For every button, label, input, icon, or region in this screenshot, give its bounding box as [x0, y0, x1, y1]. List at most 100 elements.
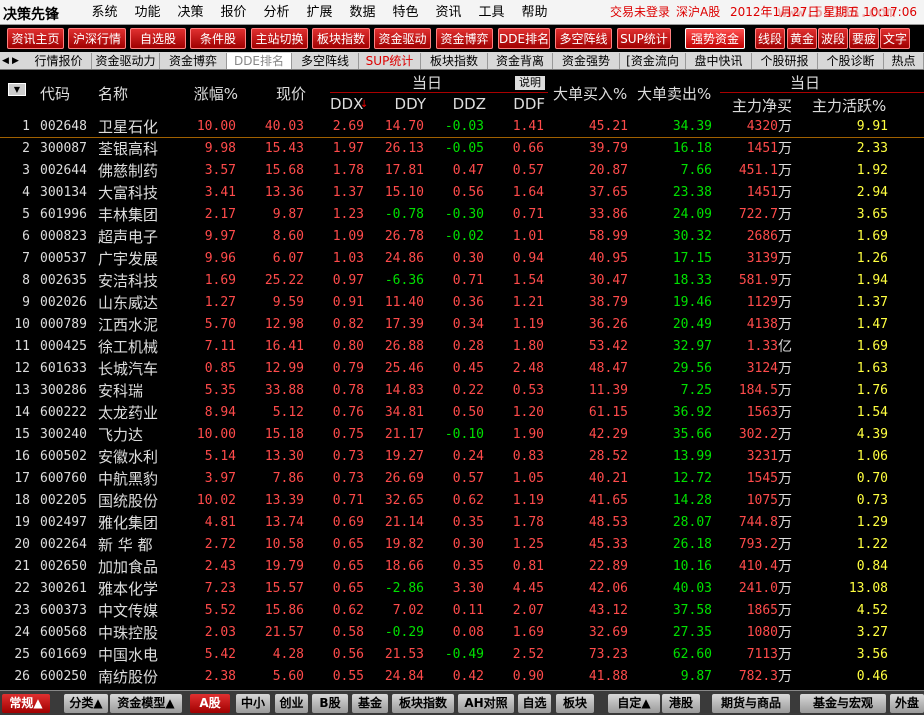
toolbar-button-1[interactable]: 沪深行情 [68, 28, 126, 49]
toolbar-button-8[interactable]: DDE排名 [498, 28, 550, 49]
bottom-tab-4[interactable]: 中小 [236, 694, 270, 713]
toolbar-button-16[interactable]: 文字 [880, 28, 910, 49]
table-row[interactable]: 5 601996 丰林集团 2.17 9.87 1.23 -0.78 -0.30 0.71 33.… [0, 204, 924, 226]
header-big-buy[interactable]: 大单买入% [553, 83, 627, 104]
explain-button[interactable]: 说明 [515, 76, 545, 90]
menu-item-6[interactable]: 数据 [341, 0, 384, 24]
bottom-tab-12[interactable]: 自定▲ [608, 694, 660, 713]
table-row[interactable]: 19 002497 雅化集团 4.81 13.74 0.69 21.14 0.35 1.78 48… [0, 512, 924, 534]
table-row[interactable]: 14 600222 太龙药业 8.94 5.12 0.76 34.81 0.50 1.20 61.… [0, 402, 924, 424]
tab-8[interactable]: 资金强势 [553, 53, 620, 69]
toolbar-button-4[interactable]: 主站切换 [251, 28, 308, 49]
table-row[interactable]: 4 300134 大富科技 3.41 13.36 1.37 15.10 0.56 1.64 37.… [0, 182, 924, 204]
table-row[interactable]: 8 002635 安洁科技 1.69 25.22 0.97 -6.36 0.71 1.54 30.… [0, 270, 924, 292]
tab-13[interactable]: 热点 [884, 53, 924, 69]
header-code[interactable]: 代码 [40, 83, 70, 104]
toolbar-button-11[interactable]: 强势资金 [685, 28, 745, 49]
bottom-tab-0[interactable]: 常规▲ [2, 694, 50, 713]
header-ddx[interactable]: DDX [330, 95, 363, 113]
tab-next-icon[interactable]: ▶ [11, 54, 20, 68]
table-row[interactable]: 22 300261 雅本化学 7.23 15.57 0.65 -2.86 3.30 4.45 42… [0, 578, 924, 600]
toolbar-button-5[interactable]: 板块指数 [312, 28, 370, 49]
table-row[interactable]: 18 002205 国统股份 10.02 13.39 0.71 32.65 0.62 1.19 4… [0, 490, 924, 512]
bottom-tab-7[interactable]: 基金 [352, 694, 388, 713]
tab-7[interactable]: 资金背离 [488, 53, 553, 69]
table-row[interactable]: 9 002026 山东威达 1.27 9.59 0.91 11.40 0.36 1.21 38.7… [0, 292, 924, 314]
table-row[interactable]: 6 000823 超声电子 9.97 8.60 1.09 26.78 -0.02 1.01 58.… [0, 226, 924, 248]
bottom-tab-15[interactable]: 基金与宏观 [800, 694, 886, 713]
bottom-tab-9[interactable]: AH对照 [458, 694, 514, 713]
bottom-tab-1[interactable]: 分类▲ [64, 694, 108, 713]
table-row[interactable]: 21 002650 加加食品 2.43 19.79 0.65 18.66 0.35 0.81 22… [0, 556, 924, 578]
menu-item-10[interactable]: 帮助 [513, 0, 556, 24]
menu-item-7[interactable]: 特色 [384, 0, 427, 24]
toolbar-button-7[interactable]: 资金博弈 [436, 28, 493, 49]
toolbar-button-6[interactable]: 资金驱动 [374, 28, 431, 49]
header-big-sell[interactable]: 大单卖出% [637, 83, 711, 104]
table-row[interactable]: 23 600373 中文传媒 5.52 15.86 0.62 7.02 0.11 2.07 43.… [0, 600, 924, 622]
toolbar-button-14[interactable]: 波段 [818, 28, 848, 49]
bottom-tab-8[interactable]: 板块指数 [392, 694, 454, 713]
menu-item-2[interactable]: 决策 [169, 0, 212, 24]
toolbar-button-2[interactable]: 自选股 [130, 28, 186, 49]
menu-item-5[interactable]: 扩展 [298, 0, 341, 24]
sort-desc-icon[interactable]: ↓ [360, 99, 368, 110]
toolbar-button-9[interactable]: 多空阵线 [555, 28, 612, 49]
column-menu-icon[interactable]: ▼ [8, 83, 26, 96]
login-status[interactable]: 交易未登录 [610, 0, 670, 24]
bottom-tab-3[interactable]: A股 [190, 694, 230, 713]
tab-12[interactable]: 个股诊断 [818, 53, 884, 69]
header-name[interactable]: 名称 [98, 83, 128, 104]
bottom-tab-2[interactable]: 资金模型▲ [110, 694, 182, 713]
table-row[interactable]: 13 300286 安科瑞 5.35 33.88 0.78 14.83 0.22 0.53 11.… [0, 380, 924, 402]
menu-item-3[interactable]: 报价 [212, 0, 255, 24]
tab-6[interactable]: 板块指数 [421, 53, 488, 69]
table-row[interactable]: 7 000537 广宇发展 9.96 6.07 1.03 24.86 0.30 0.94 40.9… [0, 248, 924, 270]
header-change[interactable]: 涨幅% [190, 83, 238, 104]
toolbar-button-10[interactable]: SUP统计 [617, 28, 671, 49]
bottom-tab-14[interactable]: 期货与商品 [712, 694, 790, 713]
tab-1[interactable]: 资金驱动力 [92, 53, 160, 69]
bottom-tab-5[interactable]: 创业 [275, 694, 308, 713]
menu-item-8[interactable]: 资讯 [427, 0, 470, 24]
header-ddf[interactable]: DDF [508, 95, 545, 113]
tab-prev-icon[interactable]: ◀ [1, 54, 10, 68]
header-price[interactable]: 现价 [268, 83, 306, 104]
tab-3[interactable]: DDE排名 [227, 53, 292, 69]
toolbar-button-13[interactable]: 黄金 [787, 28, 817, 49]
tab-10[interactable]: 盘中快讯 [686, 53, 752, 69]
tab-2[interactable]: 资金博弈 [160, 53, 227, 69]
table-row[interactable]: 20 002264 新 华 都 2.72 10.58 0.65 19.82 0.30 1.25 4… [0, 534, 924, 556]
table-row[interactable]: 10 000789 江西水泥 5.70 12.98 0.82 17.39 0.34 1.19 36… [0, 314, 924, 336]
tab-11[interactable]: 个股研报 [752, 53, 818, 69]
table-row[interactable]: 24 600568 中珠控股 2.03 21.57 0.58 -0.29 0.08 1.69 32… [0, 622, 924, 644]
header-main-net[interactable]: 主力净买 [732, 95, 792, 116]
table-row[interactable]: 12 601633 长城汽车 0.85 12.99 0.79 25.46 0.45 2.48 48… [0, 358, 924, 380]
table-row[interactable]: 15 300240 飞力达 10.00 15.18 0.75 21.17 -0.10 1.90 4… [0, 424, 924, 446]
header-ddy[interactable]: DDY [388, 95, 426, 113]
bottom-tab-13[interactable]: 港股 [662, 694, 700, 713]
table-row[interactable]: 3 002644 佛慈制药 3.57 15.68 1.78 17.81 0.47 0.57 20.… [0, 160, 924, 182]
table-row[interactable]: 25 601669 中国水电 5.42 4.28 0.56 21.53 -0.49 2.52 73… [0, 644, 924, 666]
header-main-active[interactable]: 主力活跃% [812, 95, 886, 116]
menu-item-4[interactable]: 分析 [255, 0, 298, 24]
table-row[interactable]: 17 600760 中航黑豹 3.97 7.86 0.73 26.69 0.57 1.05 40.… [0, 468, 924, 490]
table-row[interactable]: 1 002648 卫星石化 10.00 40.03 2.69 14.70 -0.03 1.41 4… [0, 116, 924, 138]
toolbar-button-12[interactable]: 线段 [755, 28, 785, 49]
tab-0[interactable]: 行情报价 [26, 53, 92, 69]
bottom-tab-16[interactable]: 外盘 [890, 694, 924, 713]
menu-item-9[interactable]: 工具 [470, 0, 513, 24]
tab-5[interactable]: SUP统计 [359, 53, 421, 69]
tab-9[interactable]: [资金流向 [620, 53, 686, 69]
menu-item-0[interactable]: 系统 [83, 0, 126, 24]
bottom-tab-6[interactable]: B股 [312, 694, 348, 713]
table-row[interactable]: 11 000425 徐工机械 7.11 16.41 0.80 26.88 0.28 1.80 53… [0, 336, 924, 358]
toolbar-button-15[interactable]: 要疲 [849, 28, 879, 49]
tab-4[interactable]: 多空阵线 [292, 53, 359, 69]
toolbar-button-0[interactable]: 资讯主页 [7, 28, 64, 49]
table-row[interactable]: 2 300087 荃银高科 9.98 15.43 1.97 26.13 -0.05 0.66 39… [0, 138, 924, 160]
table-row[interactable]: 26 600250 南纺股份 2.38 5.60 0.55 24.84 0.42 0.90 41.… [0, 666, 924, 686]
toolbar-button-3[interactable]: 条件股 [190, 28, 246, 49]
table-row[interactable]: 16 600502 安徽水利 5.14 13.30 0.73 19.27 0.24 0.83 28… [0, 446, 924, 468]
menu-item-1[interactable]: 功能 [126, 0, 169, 24]
